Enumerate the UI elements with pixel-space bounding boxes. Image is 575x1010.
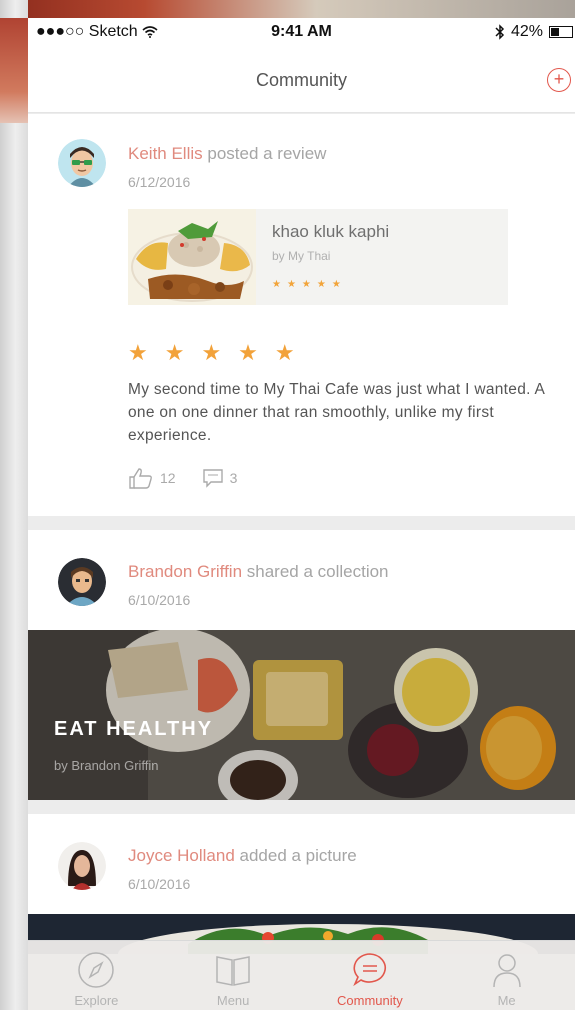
battery-icon — [549, 26, 573, 38]
battery-percent: 42% — [510, 23, 543, 40]
previous-screen-image — [0, 18, 28, 123]
dish-photo — [128, 209, 256, 305]
avatar-brandon-griffin — [58, 558, 106, 606]
activity-date: 6/10/2016 — [128, 876, 191, 892]
navigation-bar: Community + — [28, 48, 575, 113]
avatar[interactable] — [58, 139, 106, 187]
author-name[interactable]: Brandon Griffin — [128, 562, 242, 581]
tab-label: Explore — [74, 993, 119, 1008]
activity-headline: Keith Ellis posted a review — [128, 144, 326, 164]
battery-level — [551, 28, 560, 36]
plus-circle-icon[interactable]: + — [547, 68, 571, 92]
activity-action: shared a collection — [242, 562, 389, 581]
tab-explore[interactable]: Explore — [28, 941, 165, 1010]
avatar[interactable] — [58, 558, 106, 606]
activity-action: posted a review — [202, 144, 327, 163]
collection-photo — [28, 630, 575, 800]
activity-action: added a picture — [234, 846, 357, 865]
page-title: Community — [255, 70, 348, 90]
dish-rating-stars: ★★★★★ — [272, 279, 347, 290]
chat-bubble-icon — [353, 953, 386, 987]
previous-screen-edge — [0, 0, 28, 1010]
dish-restaurant: by My Thai — [272, 249, 331, 263]
comment-icon[interactable] — [202, 468, 224, 488]
collection-cover[interactable]: EAT HEALTHY by Brandon Griffin — [28, 630, 575, 800]
avatar-keith-ellis — [58, 139, 106, 187]
author-name[interactable]: Joyce Holland — [128, 846, 235, 865]
comment-count: 3 — [229, 470, 238, 486]
tab-community[interactable]: Community — [302, 941, 439, 1010]
status-bar: ●●●○○ Sketch 9:41 AM 42% — [28, 18, 575, 48]
tab-label: Menu — [216, 993, 250, 1008]
collection-author: by Brandon Griffin — [54, 758, 159, 773]
review-actions: 12 3 — [128, 467, 263, 489]
avatar-joyce-holland — [58, 842, 106, 890]
dish-name: khao kluk kaphi — [272, 222, 390, 241]
book-icon — [216, 956, 250, 986]
background-screen — [0, 0, 575, 18]
author-name[interactable]: Keith Ellis — [128, 144, 203, 163]
activity-date: 6/10/2016 — [128, 592, 191, 608]
activity-headline: Brandon Griffin shared a collection — [128, 562, 389, 582]
review-text: My second time to My Thai Cafe was just … — [128, 381, 545, 444]
thumbs-up-icon[interactable] — [128, 467, 154, 489]
dish-card[interactable]: khao kluk kaphi by My Thai ★★★★★ — [128, 209, 508, 305]
activity-headline: Joyce Holland added a picture — [128, 846, 357, 866]
community-screen: ●●●○○ Sketch 9:41 AM 42% Community + Kei… — [28, 18, 575, 1010]
compass-icon — [78, 952, 115, 988]
bluetooth-icon — [495, 24, 505, 40]
tab-bar: Explore Menu Community Me — [28, 940, 575, 1010]
activity-date: 6/12/2016 — [128, 174, 191, 190]
collection-title: EAT HEALTHY — [54, 718, 214, 740]
review-rating-stars: ★★★★★ — [128, 340, 312, 365]
tab-label: Community — [337, 993, 403, 1008]
tab-menu[interactable]: Menu — [165, 941, 302, 1010]
avatar[interactable] — [58, 842, 106, 890]
person-icon — [492, 954, 521, 988]
like-count: 12 — [160, 470, 176, 486]
feed-item-review: Keith Ellis posted a review 6/12/2016 kh… — [28, 114, 575, 516]
tab-me[interactable]: Me — [438, 941, 575, 1010]
status-time: 9:41 AM — [271, 23, 332, 40]
feed-item-collection: Brandon Griffin shared a collection 6/10… — [28, 530, 575, 800]
tab-label: Me — [497, 993, 516, 1008]
